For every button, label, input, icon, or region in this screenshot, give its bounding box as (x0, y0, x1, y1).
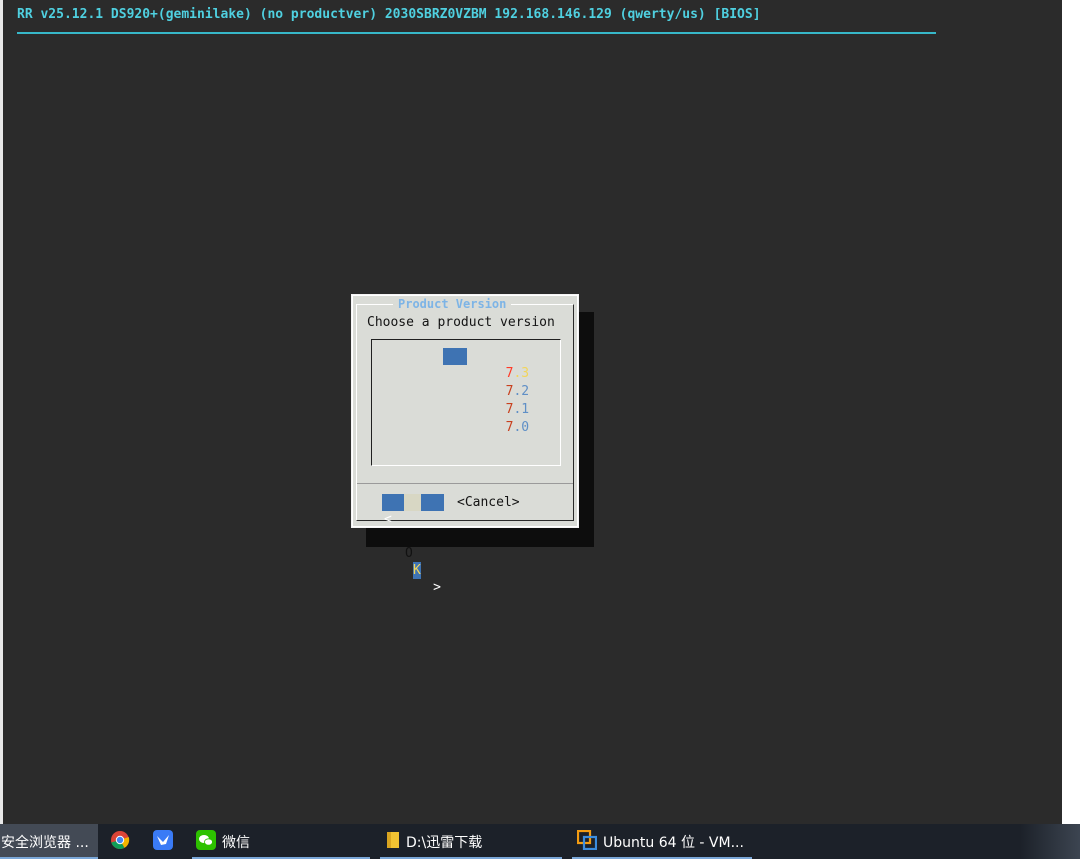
menu-item-7-1[interactable]: 7.1 (443, 384, 529, 417)
taskbar-browser[interactable]: 安全浏览器 ... (0, 824, 98, 859)
taskbar-vm-label: Ubuntu 64 位 - VM... (603, 834, 744, 851)
taskbar-wechat[interactable]: 微信 (192, 824, 370, 859)
vmware-icon (576, 829, 598, 854)
taskbar-vmware[interactable]: Ubuntu 64 位 - VM... (572, 824, 752, 859)
folder-icon (386, 831, 400, 853)
ok-letter-k: K (413, 562, 421, 579)
menu-item-7-3[interactable]: 7.3 (443, 348, 529, 381)
header-divider (17, 32, 936, 34)
dialog-title: Product Version (393, 297, 512, 311)
taskbar-wechat-label: 微信 (222, 834, 250, 851)
ok-left-bracket: < (384, 512, 392, 527)
menu-item-label: .1 (513, 402, 530, 417)
taskbar-browser-label: 安全浏览器 ... (1, 834, 89, 851)
taskbar-explorer-label: D:\迅雷下载 (406, 834, 483, 851)
feishu-icon (153, 829, 173, 854)
menu-item-label: .2 (513, 384, 530, 399)
cancel-button[interactable]: <Cancel> (457, 494, 520, 511)
window-right-edge (1062, 0, 1080, 824)
terminal-header: RR v25.12.1 DS920+(geminilake) (no produ… (17, 7, 761, 22)
menu-item-7-2[interactable]: 7.2 (443, 366, 529, 399)
ok-letter-o: O (405, 546, 413, 561)
vm-console-screen[interactable]: RR v25.12.1 DS920+(geminilake) (no produ… (0, 0, 1062, 824)
chrome-icon (110, 830, 130, 854)
ok-right-bracket: > (433, 580, 441, 595)
dialog-prompt: Choose a product version (367, 315, 555, 330)
wechat-icon (196, 829, 216, 854)
button-separator (357, 483, 573, 484)
taskbar-chrome[interactable] (108, 824, 132, 859)
taskbar: 安全浏览器 ... 微信 D:\迅雷下载 Ubuntu 64 位 - VM... (0, 824, 1080, 859)
ok-button[interactable]: < O K > (382, 494, 444, 595)
product-version-dialog: Product Version Choose a product version… (351, 294, 579, 595)
tray-area (1020, 824, 1080, 859)
version-menu: 7.3 7.2 7.1 7.0 (371, 339, 561, 466)
menu-item-7-0[interactable]: 7.0 (443, 402, 529, 435)
menu-item-label: .0 (513, 420, 530, 435)
ok-cursor-box (404, 494, 421, 511)
menu-item-label: .3 (513, 366, 530, 381)
taskbar-feishu[interactable] (150, 824, 176, 859)
taskbar-file-explorer[interactable]: D:\迅雷下载 (380, 824, 562, 859)
